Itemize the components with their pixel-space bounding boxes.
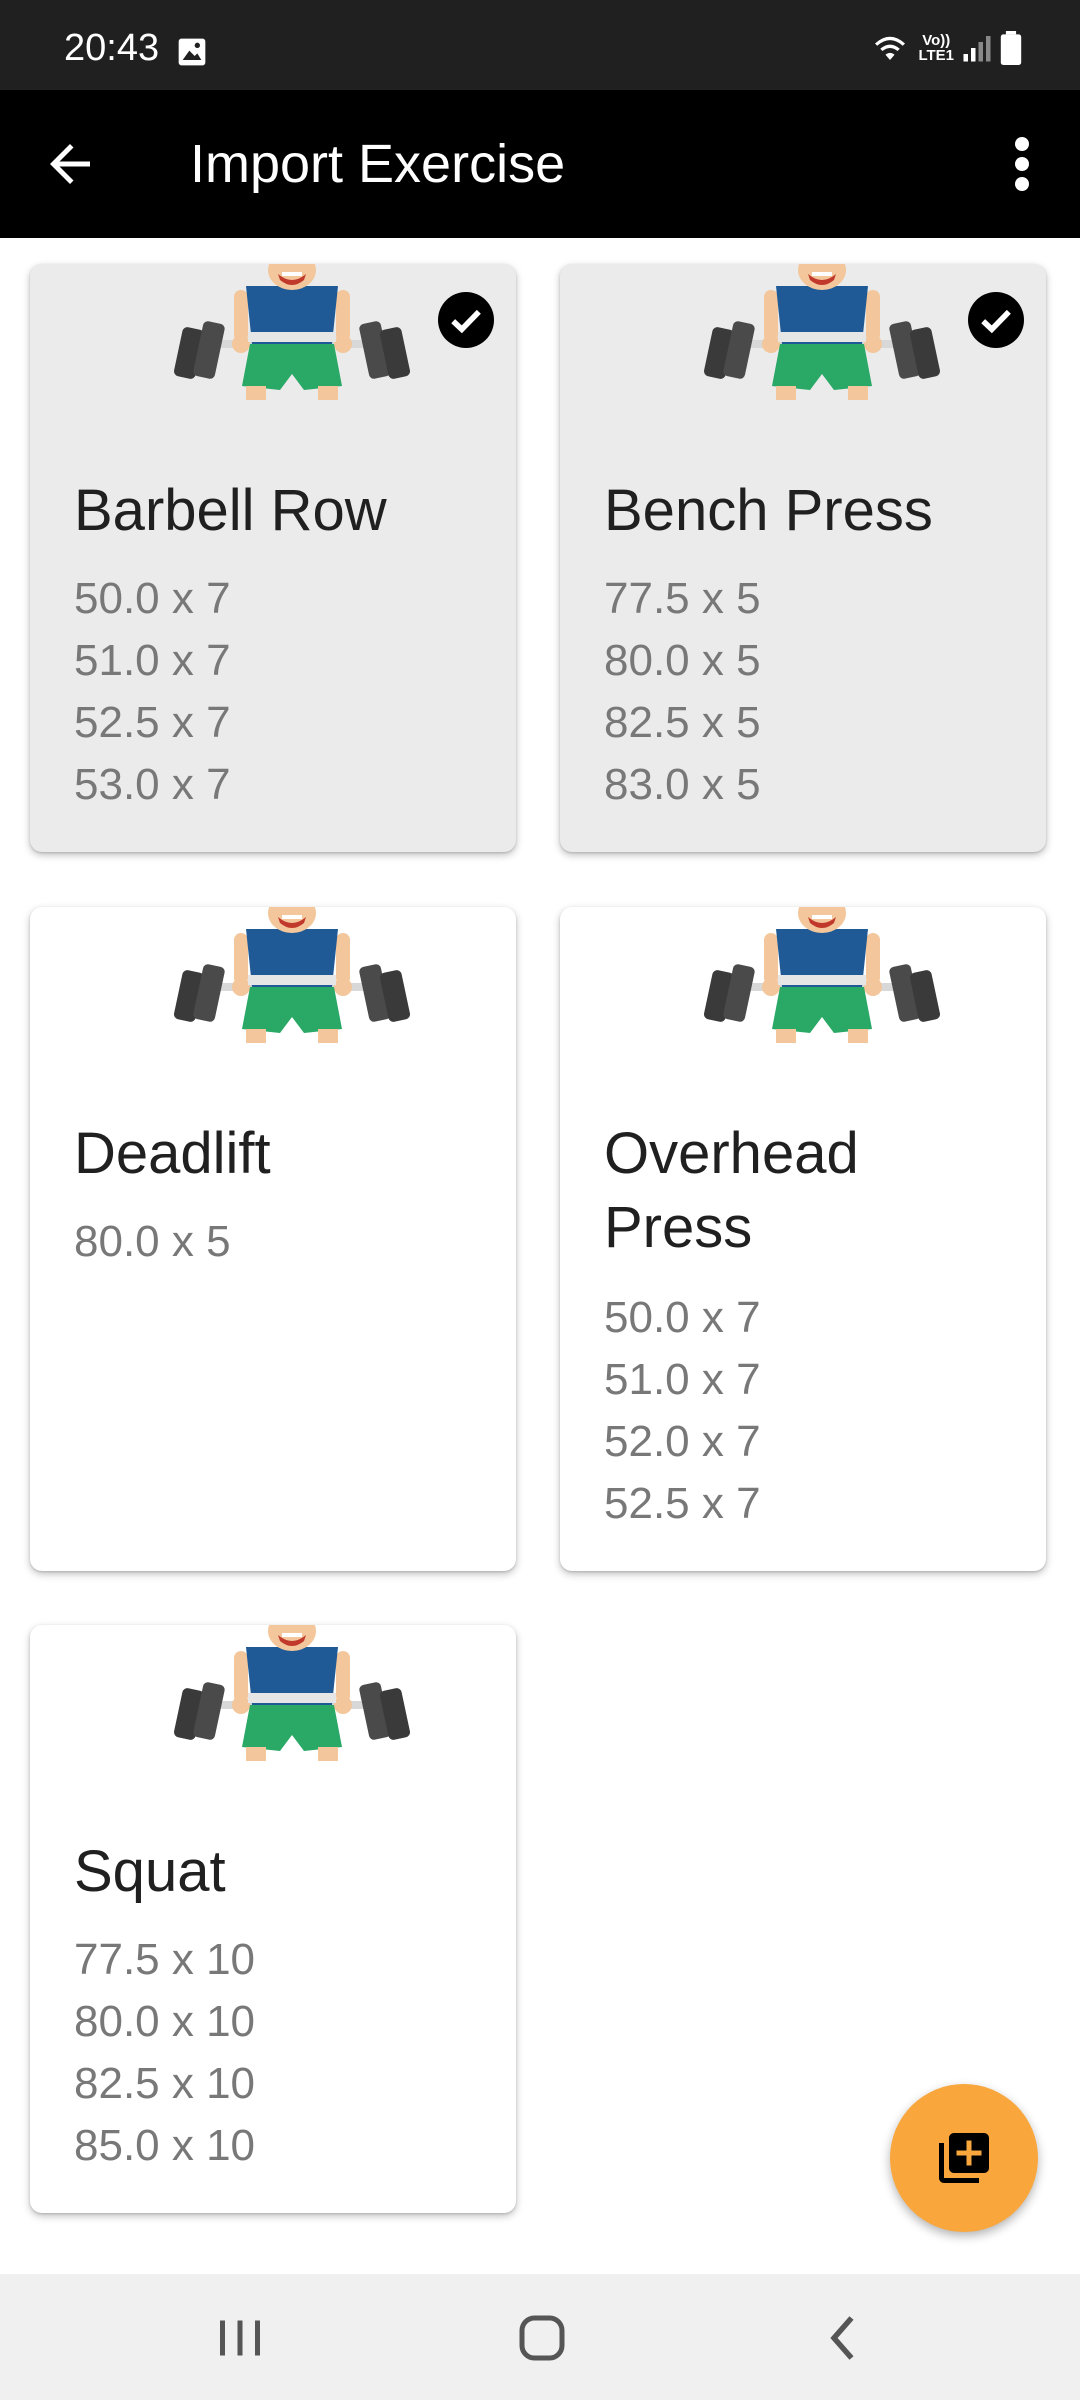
set-line: 52.5 x 7 <box>604 1479 761 1528</box>
volte-icon: Vo)) LTE1 <box>918 33 954 63</box>
exercise-name: Overhead Press <box>604 1117 1024 1265</box>
status-icons: Vo)) LTE1 <box>870 30 1022 66</box>
battery-icon <box>1000 31 1022 65</box>
exercise-name: Deadlift <box>74 1121 271 1186</box>
library-add-icon <box>939 2133 989 2183</box>
set-line: 80.0 x 5 <box>604 636 761 685</box>
signal-icon <box>963 36 991 62</box>
volte-label-top: Vo)) <box>922 32 951 49</box>
app-bar: Import Exercise <box>0 90 1080 238</box>
back-icon[interactable] <box>814 2308 874 2368</box>
set-line: 80.0 x 10 <box>74 1997 256 2046</box>
exercise-card-bench-press[interactable]: Bench Press 77.5 x 5 80.0 x 5 82.5 x 5 8… <box>560 264 1046 852</box>
exercise-card-barbell-row[interactable]: Barbell Row 50.0 x 7 51.0 x 7 52.5 x 7 5… <box>30 264 516 852</box>
exercise-card-deadlift[interactable]: Deadlift 80.0 x 5 <box>30 907 516 1571</box>
set-line: 50.0 x 7 <box>604 1293 761 1342</box>
set-line: 52.5 x 7 <box>74 698 231 747</box>
more-vert-icon[interactable] <box>1000 134 1044 194</box>
weightlifter-illustration <box>172 264 412 400</box>
check-circle-icon <box>968 292 1024 348</box>
image-icon <box>178 38 206 66</box>
check-circle-icon <box>438 292 494 348</box>
set-line: 80.0 x 5 <box>74 1217 231 1266</box>
set-line: 85.0 x 10 <box>74 2121 256 2170</box>
wifi-icon <box>875 36 906 60</box>
exercise-sets: 77.5 x 5 80.0 x 5 82.5 x 5 83.0 x 5 <box>604 568 761 816</box>
set-line: 50.0 x 7 <box>74 574 231 623</box>
exercise-name: Squat <box>74 1839 226 1904</box>
weightlifter-illustration <box>172 907 412 1043</box>
import-fab-button[interactable] <box>890 2084 1038 2232</box>
weightlifter-illustration <box>702 264 942 400</box>
set-line: 82.5 x 10 <box>74 2059 256 2108</box>
exercise-sets: 77.5 x 10 80.0 x 10 82.5 x 10 85.0 x 10 <box>74 1929 255 2177</box>
home-icon[interactable] <box>512 2308 572 2368</box>
exercise-name: Barbell Row <box>74 478 387 543</box>
set-line: 77.5 x 10 <box>74 1935 256 1984</box>
exercise-card-squat[interactable]: Squat 77.5 x 10 80.0 x 10 82.5 x 10 85.0… <box>30 1625 516 2213</box>
system-nav-bar <box>0 2274 1080 2400</box>
exercise-sets: 50.0 x 7 51.0 x 7 52.5 x 7 53.0 x 7 <box>74 568 231 816</box>
weightlifter-illustration <box>172 1625 412 1761</box>
status-time: 20:43 <box>64 27 160 69</box>
set-line: 51.0 x 7 <box>74 636 231 685</box>
status-bar: 20:43 Vo)) LTE1 <box>0 0 1080 90</box>
set-line: 77.5 x 5 <box>604 574 761 623</box>
set-line: 53.0 x 7 <box>74 760 231 809</box>
volte-label-bottom: LTE1 <box>918 47 954 64</box>
exercise-name: Bench Press <box>604 478 933 543</box>
set-line: 82.5 x 5 <box>604 698 761 747</box>
exercise-sets: 80.0 x 5 <box>74 1211 231 1273</box>
exercise-card-overhead-press[interactable]: Overhead Press 50.0 x 7 51.0 x 7 52.0 x … <box>560 907 1046 1571</box>
exercise-sets: 50.0 x 7 51.0 x 7 52.0 x 7 52.5 x 7 <box>604 1287 761 1535</box>
exercise-name-line: Press <box>604 1195 753 1260</box>
set-line: 52.0 x 7 <box>604 1417 761 1466</box>
page-title: Import Exercise <box>190 134 566 194</box>
arrow-back-icon[interactable] <box>40 134 100 194</box>
recent-apps-icon[interactable] <box>210 2308 270 2368</box>
set-line: 83.0 x 5 <box>604 760 761 809</box>
exercise-name-line: Overhead <box>604 1121 859 1186</box>
weightlifter-illustration <box>702 907 942 1043</box>
set-line: 51.0 x 7 <box>604 1355 761 1404</box>
